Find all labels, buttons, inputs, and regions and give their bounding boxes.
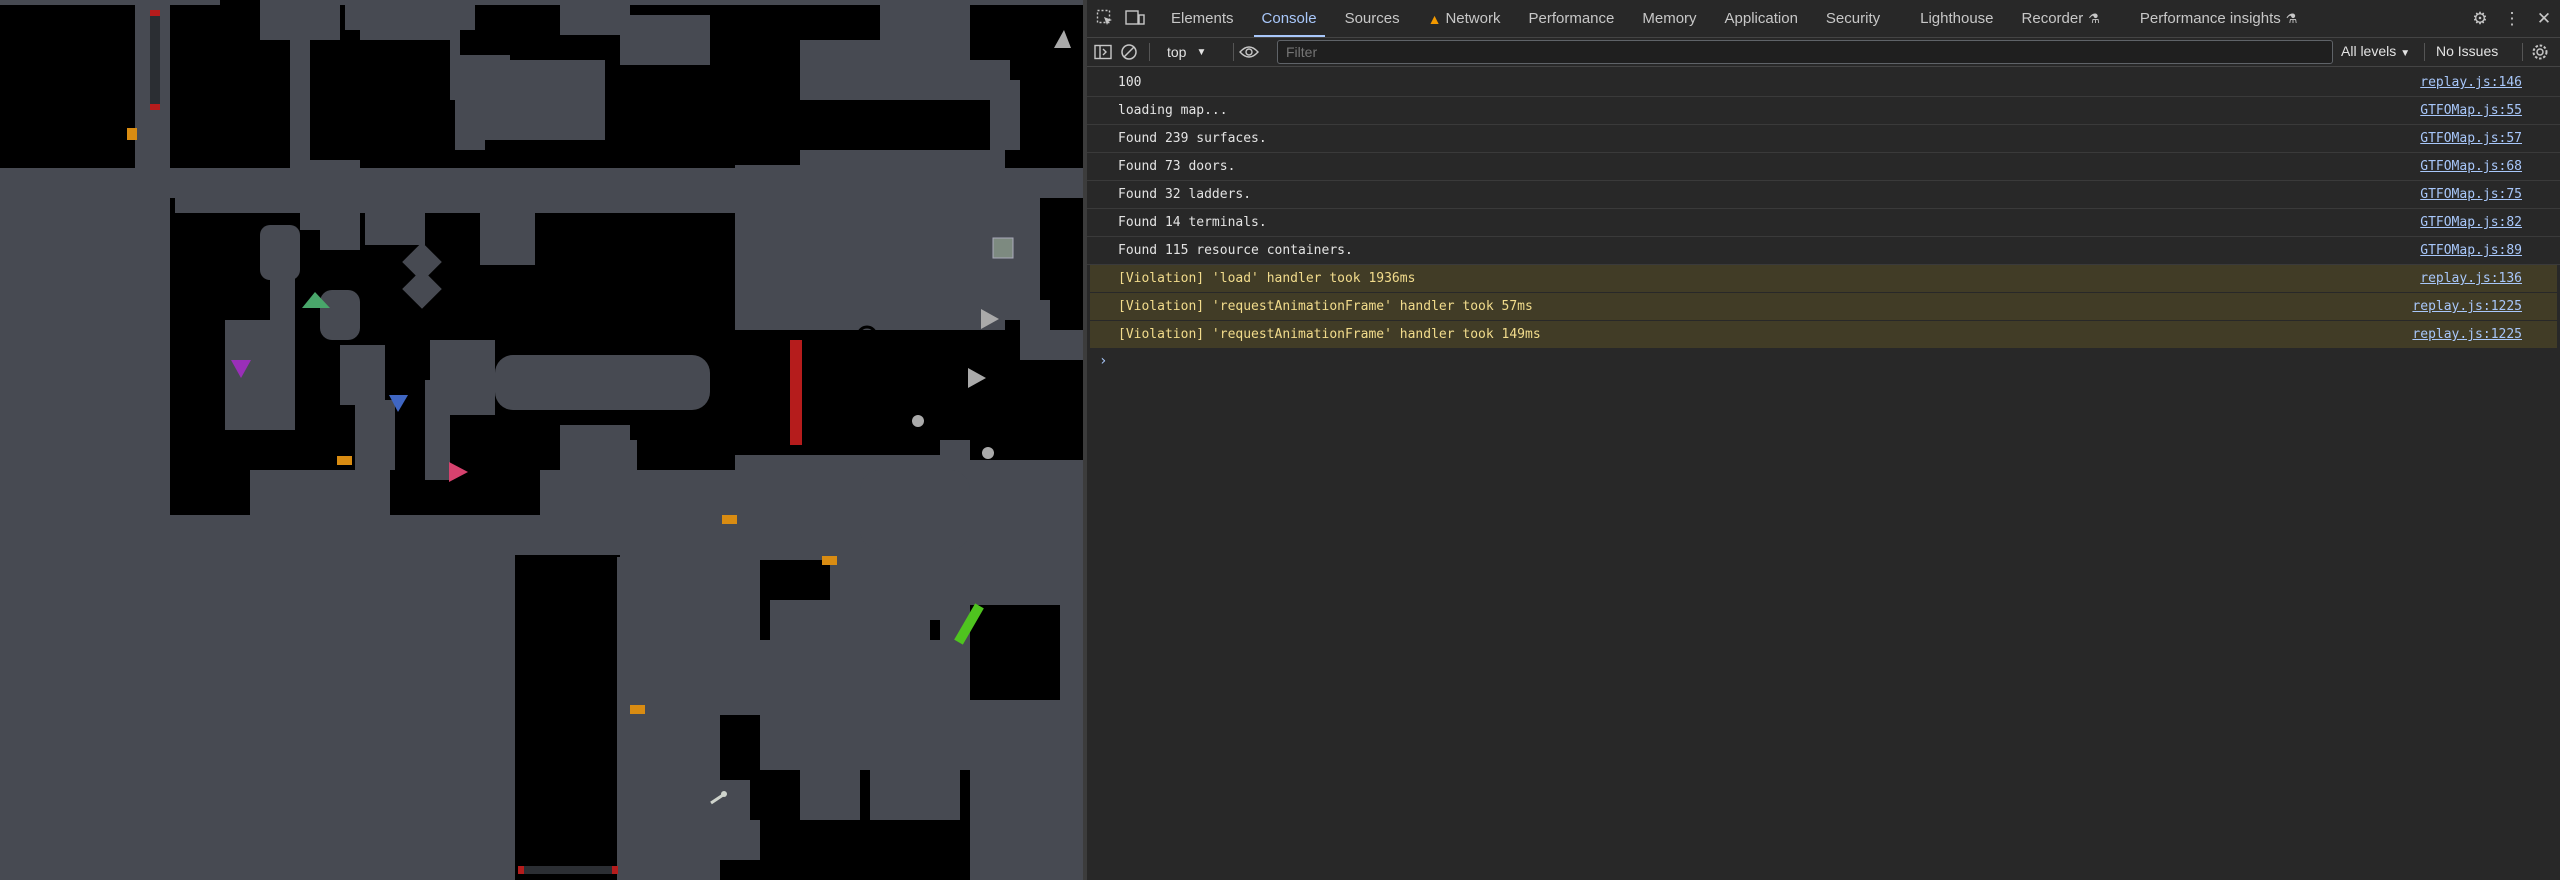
flask-icon: ⚗	[2088, 10, 2100, 26]
tab-recorder[interactable]: Recorder ⚗	[2008, 0, 2114, 37]
devtools-window-controls: ⚙ ⋮ ✕	[2464, 0, 2560, 37]
context-selector[interactable]: top ▼	[1167, 41, 1206, 63]
security-door	[790, 340, 802, 445]
console-violation-message: [Violation] 'load' handler took 1936ms re…	[1090, 265, 2557, 293]
console-violation-message: [Violation] 'requestAnimationFrame' hand…	[1090, 321, 2557, 349]
source-link[interactable]: replay.js:146	[2420, 69, 2522, 96]
source-link[interactable]: GTFOMap.js:57	[2420, 125, 2522, 152]
source-link[interactable]: replay.js:136	[2420, 265, 2522, 292]
prompt-chevron-icon: ›	[1099, 353, 1108, 369]
console-message: loading map... GTFOMap.js:55	[1087, 97, 2560, 125]
device-toolbar-icon[interactable]	[1125, 8, 1145, 28]
live-expression-eye-icon[interactable]	[1239, 42, 1259, 62]
source-link[interactable]: GTFOMap.js:89	[2420, 237, 2522, 264]
source-link[interactable]: replay.js:1225	[2412, 293, 2522, 320]
enemy-icon	[982, 447, 994, 459]
level-map	[0, 0, 1083, 880]
console-toolbar: top▼ All levels▼ No Issues	[1087, 38, 2560, 67]
console-prompt-input[interactable]: ›	[1087, 349, 2560, 373]
devtools-panel: Elements Console Sources ▲ Network Perfor…	[1087, 0, 2560, 880]
tab-elements[interactable]: Elements	[1157, 0, 1248, 37]
console-messages: 100 replay.js:146 loading map... GTFOMap.j…	[1087, 69, 2560, 373]
tab-sources[interactable]: Sources	[1331, 0, 1414, 37]
tab-memory[interactable]: Memory	[1628, 0, 1710, 37]
issues-counter[interactable]: No Issues	[2436, 43, 2498, 59]
replay-map-canvas[interactable]	[0, 0, 1083, 880]
terminal-icon	[992, 237, 1014, 259]
enemy-icon	[1054, 30, 1071, 48]
tab-performance-insights[interactable]: Performance insights ⚗	[2114, 0, 2312, 37]
source-link[interactable]: GTFOMap.js:68	[2420, 153, 2522, 180]
console-message: Found 115 resource containers. GTFOMap.js…	[1087, 237, 2560, 265]
flask-icon: ⚗	[2285, 10, 2298, 26]
tab-application[interactable]: Application	[1711, 0, 1812, 37]
warning-icon: ▲	[1427, 10, 1442, 27]
sidebar-toggle-icon[interactable]	[1093, 42, 1113, 62]
console-filter-input[interactable]	[1277, 40, 2333, 64]
source-link[interactable]: GTFOMap.js:82	[2420, 209, 2522, 236]
console-message: Found 14 terminals. GTFOMap.js:82	[1087, 209, 2560, 237]
tab-lighthouse[interactable]: Lighthouse	[1894, 0, 2007, 37]
more-options-icon[interactable]: ⋮	[2496, 9, 2528, 29]
devtools-tabs: Elements Console Sources ▲ Network Perfor…	[1157, 0, 2311, 37]
devtools-tabbar: Elements Console Sources ▲ Network Perfor…	[1087, 0, 2560, 38]
console-message: Found 239 surfaces. GTFOMap.js:57	[1087, 125, 2560, 153]
tab-security[interactable]: Security	[1812, 0, 1894, 37]
log-levels-dropdown[interactable]: All levels ▼	[2341, 43, 2410, 59]
source-link[interactable]: GTFOMap.js:75	[2420, 181, 2522, 208]
dropdown-caret-icon: ▼	[1196, 46, 1207, 58]
tab-console[interactable]: Console	[1248, 0, 1331, 37]
tab-performance[interactable]: Performance	[1514, 0, 1628, 37]
console-violation-message: [Violation] 'requestAnimationFrame' hand…	[1090, 293, 2557, 321]
console-message: 100 replay.js:146	[1087, 69, 2560, 97]
tab-network[interactable]: ▲ Network	[1414, 0, 1515, 37]
source-link[interactable]: replay.js:1225	[2412, 321, 2522, 348]
clear-console-icon[interactable]	[1119, 42, 1139, 62]
settings-gear-icon[interactable]: ⚙	[2464, 9, 2496, 29]
enemy-icon	[968, 368, 986, 388]
close-icon[interactable]: ✕	[2528, 9, 2560, 29]
source-link[interactable]: GTFOMap.js:55	[2420, 97, 2522, 124]
enemy-icon	[912, 415, 924, 427]
console-message: Found 73 doors. GTFOMap.js:68	[1087, 153, 2560, 181]
console-settings-gear-icon[interactable]	[2530, 42, 2550, 62]
console-message: Found 32 ladders. GTFOMap.js:75	[1087, 181, 2560, 209]
dropdown-caret-icon: ▼	[2400, 48, 2411, 59]
inspect-element-icon[interactable]	[1095, 8, 1115, 28]
